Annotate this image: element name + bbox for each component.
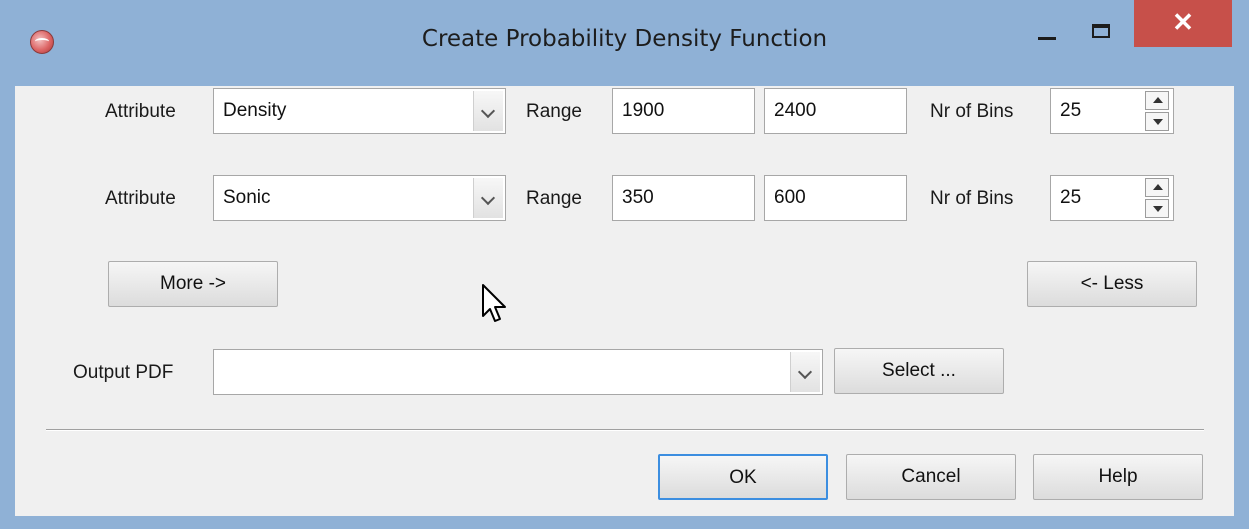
chevron-down-icon[interactable] [790,352,820,392]
spin-up-icon[interactable] [1145,178,1169,197]
maximize-button[interactable] [1082,18,1122,48]
range-min-input-2[interactable]: 350 [612,175,755,221]
attribute-select-2[interactable]: Sonic [213,175,506,221]
title-bar[interactable]: Create Probability Density Function ✕ [0,0,1249,86]
spinner-buttons-2[interactable] [1145,178,1171,218]
bins-spinner-2-value: 25 [1060,187,1082,208]
range-min-input-1[interactable]: 1900 [612,88,755,134]
mouse-pointer-icon [482,284,506,322]
output-pdf-select[interactable] [213,349,823,395]
bins-spinner-1[interactable]: 25 [1050,88,1174,134]
dialog-body: Attribute Density Range 1900 2400 Nr of … [15,86,1234,516]
range-max-input-2[interactable]: 600 [764,175,907,221]
attribute-select-1-value: Density [223,100,287,121]
range-label-2: Range [526,188,582,209]
attribute-label-2: Attribute [105,188,176,209]
attribute-select-2-value: Sonic [223,187,271,208]
spinner-buttons-1[interactable] [1145,91,1171,131]
ok-button[interactable]: OK [658,454,828,500]
range-label-1: Range [526,101,582,122]
attribute-label-1: Attribute [105,101,176,122]
cancel-button[interactable]: Cancel [846,454,1016,500]
range-max-input-1[interactable]: 2400 [764,88,907,134]
bins-spinner-2[interactable]: 25 [1050,175,1174,221]
chevron-down-icon[interactable] [473,91,503,131]
bins-label-2: Nr of Bins [930,188,1014,209]
bins-spinner-1-value: 25 [1060,100,1082,121]
more-button[interactable]: More -> [108,261,278,307]
close-icon: ✕ [1172,7,1194,37]
dialog-window: Create Probability Density Function ✕ At… [0,0,1249,529]
less-button[interactable]: <- Less [1027,261,1197,307]
bins-label-1: Nr of Bins [930,101,1014,122]
spin-up-icon[interactable] [1145,91,1169,110]
close-button[interactable]: ✕ [1134,0,1232,47]
output-pdf-label: Output PDF [73,362,174,383]
select-button[interactable]: Select ... [834,348,1004,394]
minimize-button[interactable] [1030,18,1064,48]
attribute-select-1[interactable]: Density [213,88,506,134]
spin-down-icon[interactable] [1145,199,1169,218]
separator [46,429,1204,431]
chevron-down-icon[interactable] [473,178,503,218]
spin-down-icon[interactable] [1145,112,1169,131]
help-button[interactable]: Help [1033,454,1203,500]
